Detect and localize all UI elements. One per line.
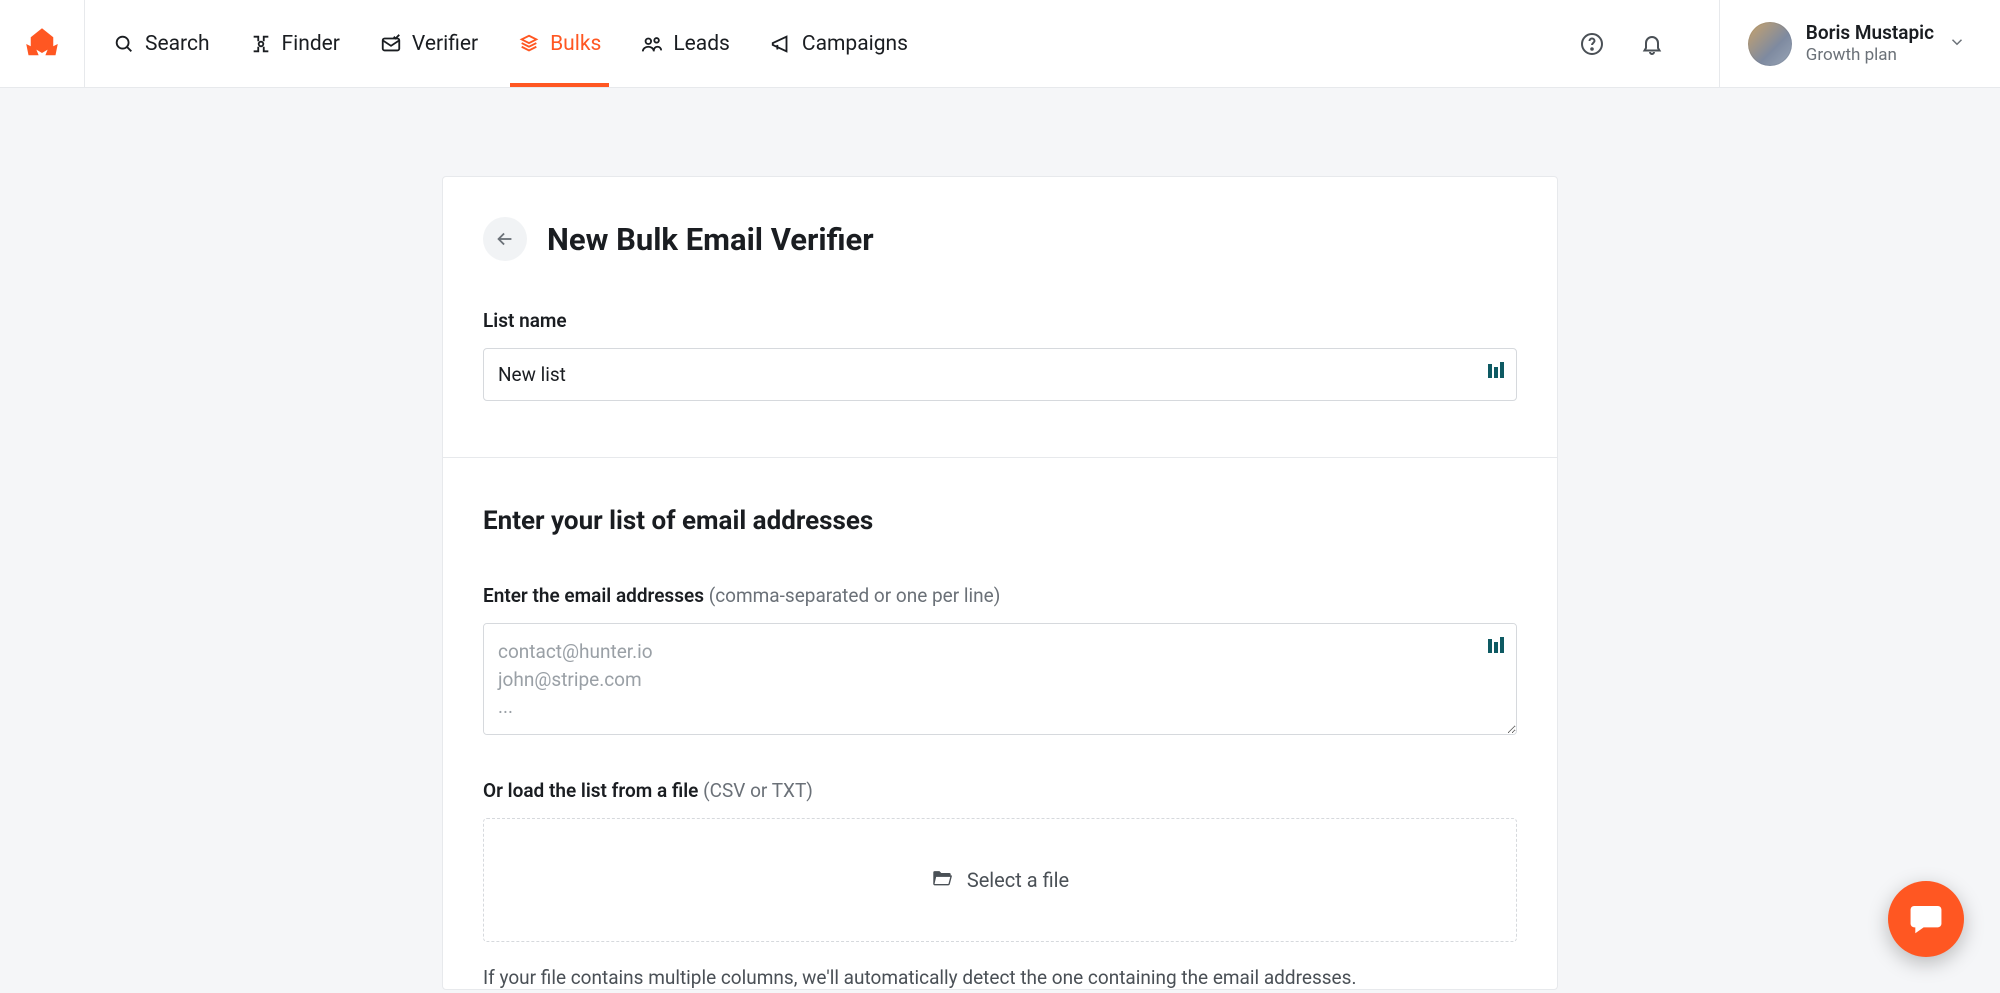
search-icon (113, 33, 135, 55)
nav-verifier[interactable]: Verifier (380, 0, 478, 87)
email-label-text: Enter the email addresses (483, 584, 704, 607)
bulk-verifier-card: New Bulk Email Verifier List name Enter … (442, 176, 1558, 990)
brand-logo[interactable] (0, 0, 85, 87)
select-file-button[interactable]: Select a file (483, 818, 1517, 942)
avatar (1748, 22, 1792, 66)
notifications-button[interactable] (1639, 31, 1665, 57)
file-label-hint: (CSV or TXT) (703, 779, 813, 802)
nav-campaigns[interactable]: Campaigns (770, 0, 908, 87)
page-title: New Bulk Email Verifier (547, 221, 874, 258)
nav-label: Verifier (412, 32, 478, 56)
email-field-label: Enter the email addresses (comma-separat… (483, 584, 1517, 607)
nav-label: Search (145, 32, 210, 56)
email-label-hint: (comma-separated or one per line) (709, 584, 1001, 607)
chevron-down-icon (1948, 33, 1966, 55)
nav-search[interactable]: Search (113, 0, 210, 87)
chat-launcher[interactable] (1888, 881, 1964, 957)
nav-label: Leads (673, 32, 730, 56)
user-name: Boris Mustapic (1806, 21, 1934, 45)
help-button[interactable] (1579, 31, 1605, 57)
finder-icon (250, 33, 272, 55)
bulks-icon (518, 33, 540, 55)
user-plan: Growth plan (1806, 45, 1934, 66)
user-text: Boris Mustapic Growth plan (1806, 21, 1934, 66)
nav-leads[interactable]: Leads (641, 0, 730, 87)
user-menu[interactable]: Boris Mustapic Growth plan (1719, 0, 2000, 87)
nav-label: Bulks (550, 32, 601, 56)
file-label-text: Or load the list from a file (483, 779, 698, 802)
email-addresses-textarea[interactable] (483, 623, 1517, 735)
file-field-label: Or load the list from a file (CSV or TXT… (483, 779, 1517, 802)
file-note: If your file contains multiple columns, … (483, 966, 1517, 989)
file-button-label: Select a file (967, 868, 1069, 892)
verifier-icon (380, 33, 402, 55)
section-heading: Enter your list of email addresses (483, 506, 1517, 536)
list-name-input[interactable] (483, 348, 1517, 401)
leads-icon (641, 33, 663, 55)
nav-label: Campaigns (802, 32, 908, 56)
nav-bulks[interactable]: Bulks (518, 0, 601, 87)
nav-label: Finder (282, 32, 340, 56)
extension-icon (1487, 637, 1505, 655)
folder-open-icon (931, 867, 953, 894)
list-name-label: List name (483, 309, 1517, 332)
campaigns-icon (770, 33, 792, 55)
back-button[interactable] (483, 217, 527, 261)
extension-icon (1487, 362, 1505, 380)
nav-finder[interactable]: Finder (250, 0, 340, 87)
main-nav: Search Finder Verifier Bulks Leads Campa… (85, 0, 908, 87)
